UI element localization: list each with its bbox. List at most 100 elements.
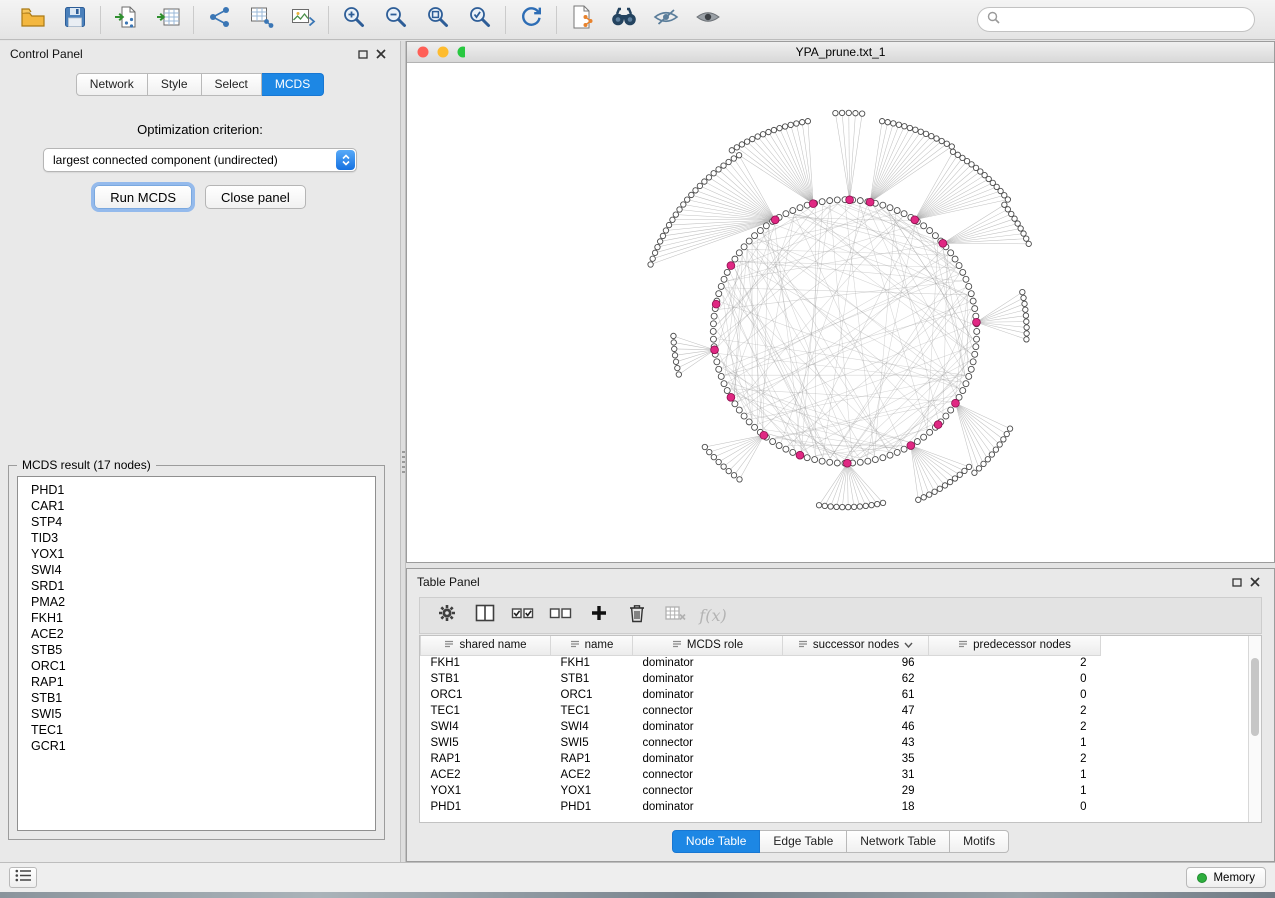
mcds-result-item[interactable]: ACE2	[31, 626, 375, 642]
add-column-button[interactable]	[580, 601, 618, 631]
tab-motifs[interactable]: Motifs	[950, 830, 1009, 853]
table-row[interactable]: PHD1PHD1dominator180	[421, 799, 1249, 815]
tab-mcds[interactable]: MCDS	[262, 73, 324, 96]
table-cell: dominator	[633, 751, 783, 767]
criterion-select[interactable]: largest connected component (undirected)	[43, 148, 357, 172]
zoom-out-button[interactable]	[380, 6, 412, 34]
tab-network-table[interactable]: Network Table	[847, 830, 950, 853]
export-image-button[interactable]	[287, 6, 319, 34]
close-panel-icon[interactable]	[372, 46, 390, 62]
network-canvas[interactable]	[407, 64, 1274, 562]
zoom-in-icon	[341, 4, 367, 35]
open-file-button[interactable]	[17, 6, 49, 34]
mcds-result-item[interactable]: ORC1	[31, 658, 375, 674]
show-columns-button[interactable]	[466, 601, 504, 631]
col-header-mcds-role[interactable]: MCDS role	[633, 636, 783, 655]
tab-node-table[interactable]: Node Table	[672, 830, 761, 853]
mcds-result-item[interactable]: SRD1	[31, 578, 375, 594]
mcds-result-item[interactable]: TEC1	[31, 722, 375, 738]
window-close-button[interactable]	[418, 47, 429, 58]
delete-column-button[interactable]	[618, 601, 656, 631]
zoom-fit-button[interactable]	[422, 6, 454, 34]
table-cell: TEC1	[551, 703, 633, 719]
status-bar: Memory	[0, 862, 1275, 892]
deselect-all-columns-button[interactable]	[542, 601, 580, 631]
table-row[interactable]: TEC1TEC1connector472	[421, 703, 1249, 719]
hide-annotations-button[interactable]	[650, 6, 682, 34]
search-network-button[interactable]	[608, 6, 640, 34]
float-panel-icon[interactable]	[354, 46, 372, 62]
tab-select[interactable]: Select	[202, 73, 262, 96]
table-cell: ACE2	[421, 767, 551, 783]
mcds-result-item[interactable]: FKH1	[31, 610, 375, 626]
table-settings-button[interactable]	[428, 601, 466, 631]
col-header-shared-name[interactable]: shared name	[421, 636, 551, 655]
select-all-columns-button[interactable]	[504, 601, 542, 631]
network-titlebar[interactable]: YPA_prune.txt_1	[407, 42, 1274, 63]
import-network-from-file-button[interactable]	[110, 6, 142, 34]
zoom-selected-button[interactable]	[464, 6, 496, 34]
mcds-result-item[interactable]: STB1	[31, 690, 375, 706]
mcds-result-item[interactable]: SWI4	[31, 562, 375, 578]
table-row[interactable]: ACE2ACE2connector311	[421, 767, 1249, 783]
mcds-result-item[interactable]: GCR1	[31, 738, 375, 754]
mcds-result-item[interactable]: SWI5	[31, 706, 375, 722]
table-network-icon	[249, 5, 274, 34]
search-input[interactable]	[1006, 13, 1245, 27]
col-header-name[interactable]: name	[551, 636, 633, 655]
table-row[interactable]: FKH1FKH1dominator962	[421, 655, 1249, 671]
mcds-result-item[interactable]: YOX1	[31, 546, 375, 562]
col-header-successor-nodes[interactable]: successor nodes	[783, 636, 929, 655]
export-network-button[interactable]	[566, 6, 598, 34]
new-network-button[interactable]	[203, 6, 235, 34]
table-cell: PHD1	[421, 799, 551, 815]
show-graphics-details-button[interactable]	[692, 6, 724, 34]
float-table-panel-icon[interactable]	[1228, 574, 1246, 590]
import-table-from-file-button[interactable]	[152, 6, 184, 34]
run-mcds-button[interactable]: Run MCDS	[94, 185, 192, 209]
table-cell: RAP1	[551, 751, 633, 767]
tab-network[interactable]: Network	[76, 73, 148, 96]
mcds-result-title: MCDS result (17 nodes)	[17, 458, 156, 472]
control-panel: Control Panel Network Style Select MCDS …	[0, 41, 400, 862]
table-row[interactable]: SWI5SWI5connector431	[421, 735, 1249, 751]
toolbar-search-box[interactable]	[977, 7, 1255, 32]
delete-table-icon	[665, 605, 686, 626]
mcds-result-item[interactable]: CAR1	[31, 498, 375, 514]
mcds-result-listbox[interactable]: PHD1CAR1STP4TID3YOX1SWI4SRD1PMA2FKH1ACE2…	[17, 476, 376, 831]
scrollbar-thumb[interactable]	[1251, 658, 1259, 736]
close-table-panel-icon[interactable]	[1246, 574, 1264, 590]
mcds-result-item[interactable]: STP4	[31, 514, 375, 530]
memory-button[interactable]: Memory	[1186, 867, 1266, 888]
table-scrollbar[interactable]	[1248, 636, 1261, 822]
zoom-in-button[interactable]	[338, 6, 370, 34]
table-cell: 96	[783, 655, 929, 671]
window-minimize-button[interactable]	[438, 47, 449, 58]
network-from-table-button[interactable]	[245, 6, 277, 34]
tab-edge-table[interactable]: Edge Table	[760, 830, 847, 853]
table-cell: 61	[783, 687, 929, 703]
table-row[interactable]: STB1STB1dominator620	[421, 671, 1249, 687]
table-cell: 1	[929, 783, 1101, 799]
tab-style[interactable]: Style	[148, 73, 202, 96]
network-title: YPA_prune.txt_1	[796, 45, 886, 59]
function-builder-button[interactable]: f(x)	[694, 601, 732, 631]
show-panels-button[interactable]	[9, 867, 37, 888]
save-session-button[interactable]	[59, 6, 91, 34]
delete-table-button[interactable]	[656, 601, 694, 631]
table-row[interactable]: RAP1RAP1dominator352	[421, 751, 1249, 767]
mcds-result-item[interactable]: STB5	[31, 642, 375, 658]
table-row[interactable]: YOX1YOX1connector291	[421, 783, 1249, 799]
table-row[interactable]: SWI4SWI4dominator462	[421, 719, 1249, 735]
mcds-result-item[interactable]: RAP1	[31, 674, 375, 690]
apply-layout-button[interactable]	[515, 6, 547, 34]
node-table-body: FKH1FKH1dominator962STB1STB1dominator620…	[421, 655, 1249, 815]
window-maximize-button[interactable]	[458, 47, 466, 58]
mcds-result-item[interactable]: PHD1	[31, 482, 375, 498]
close-panel-button[interactable]: Close panel	[205, 185, 306, 209]
mcds-result-item[interactable]: TID3	[31, 530, 375, 546]
col-header-predecessor-nodes[interactable]: predecessor nodes	[929, 636, 1101, 655]
zoom-out-icon	[383, 4, 409, 35]
mcds-result-item[interactable]: PMA2	[31, 594, 375, 610]
table-row[interactable]: ORC1ORC1dominator610	[421, 687, 1249, 703]
